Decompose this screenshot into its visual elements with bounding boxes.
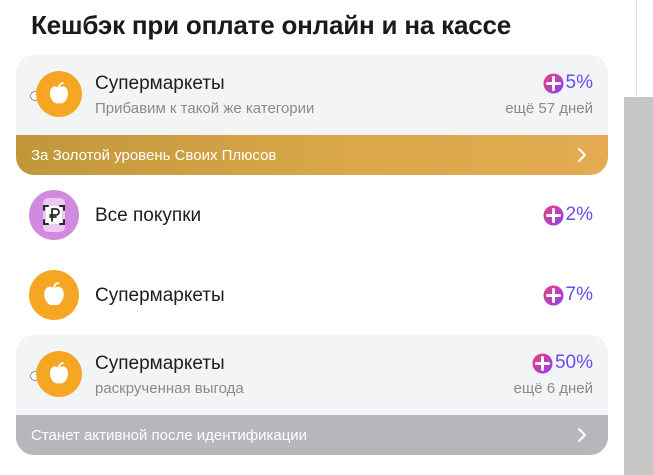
chevron-right-icon: [578, 428, 586, 442]
chevron-right-icon: [578, 148, 586, 162]
cashback-percent: 50%: [532, 352, 593, 374]
scrollbar[interactable]: [624, 97, 653, 475]
cashback-card-supermarkets-gold[interactable]: Супермаркеты Прибавим к такой же категор…: [16, 55, 608, 175]
cashback-card-supermarkets-boost[interactable]: Супермаркеты раскрученная выгода 50% ещё…: [16, 335, 608, 455]
ruble-scan-icon: [29, 190, 79, 240]
category-subtitle: Прибавим к такой же категории: [95, 100, 315, 117]
plus-logo-icon: [532, 353, 553, 373]
divider: [636, 0, 637, 97]
cashback-row-supermarkets[interactable]: Супермаркеты 7%: [16, 255, 608, 335]
banner-text: За Золотой уровень Своих Плюсов: [31, 146, 277, 164]
days-left: ещё 57 дней: [505, 100, 593, 117]
category-subtitle: раскрученная выгода: [95, 380, 244, 397]
category-name: Супермаркеты: [95, 353, 225, 374]
apple-icon: [29, 270, 79, 320]
cashback-percent: 5%: [543, 72, 593, 94]
cashback-percent: 7%: [543, 284, 593, 306]
category-name: Супермаркеты: [95, 285, 225, 306]
page-title: Кешбэк при оплате онлайн и на кассе: [31, 10, 512, 40]
identification-banner[interactable]: Станет активной после идентификации: [16, 415, 608, 455]
gold-level-banner[interactable]: За Золотой уровень Своих Плюсов: [16, 135, 608, 175]
category-name: Все покупки: [95, 205, 202, 226]
apple-icon: [36, 71, 82, 117]
days-left: ещё 6 дней: [513, 380, 593, 397]
category-name: Супермаркеты: [95, 73, 225, 94]
plus-logo-icon: [543, 73, 564, 93]
plus-logo-icon: [543, 205, 564, 225]
cashback-row-all-purchases[interactable]: Все покупки 2%: [16, 175, 608, 255]
apple-icon: [36, 351, 82, 397]
plus-logo-icon: [543, 285, 564, 305]
cashback-percent: 2%: [543, 204, 593, 226]
banner-text: Станет активной после идентификации: [31, 426, 308, 444]
